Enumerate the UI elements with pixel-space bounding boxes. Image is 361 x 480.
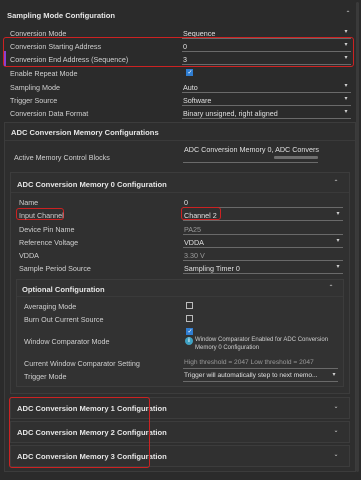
adc-memory-title: ADC Conversion Memory Configurations (11, 128, 159, 137)
conversion-end-value[interactable]: 3 (183, 55, 187, 64)
ref-voltage-value[interactable]: VDDA (184, 238, 204, 247)
chevron-down-icon[interactable]: ▾ (334, 210, 342, 218)
accent-bar (4, 51, 6, 66)
window-comparator-info-2: Memory 0 Configuration (195, 345, 260, 351)
conversion-end-label: Conversion End Address (Sequence) (10, 55, 129, 64)
chevron-down-icon[interactable]: ▾ (330, 371, 338, 379)
optional-title: Optional Configuration (22, 285, 105, 294)
active-blocks-value[interactable]: ADC Conversion Memory 0, ADC Conversion … (184, 145, 319, 154)
conversion-start-value[interactable]: 0 (183, 42, 187, 51)
ref-voltage-label: Reference Voltage (19, 238, 79, 247)
chevron-down-icon[interactable]: ⌄ (332, 403, 340, 411)
sample-period-value[interactable]: Sampling Timer 0 (184, 264, 240, 273)
name-label: Name (19, 198, 39, 207)
info-icon: i (185, 337, 193, 345)
sampling-mode-label: Sampling Mode (10, 83, 60, 92)
input-channel-label: Input Channel (19, 211, 64, 220)
window-comparator-label: Window Comparator Mode (24, 337, 110, 346)
chevron-down-icon[interactable]: ▾ (342, 41, 350, 49)
burn-out-checkbox[interactable] (186, 315, 193, 322)
chevron-down-icon[interactable]: ▾ (334, 237, 342, 245)
trigger-source-label: Trigger Source (10, 96, 58, 105)
scrollbar[interactable] (356, 2, 359, 472)
threshold-value: High threshold = 2047 Low threshold = 20… (184, 359, 314, 366)
sampling-mode-value[interactable]: Auto (183, 83, 198, 92)
device-pin-label: Device Pin Name (19, 225, 75, 234)
chevron-down-icon[interactable]: ▾ (334, 263, 342, 271)
window-comparator-checkbox[interactable] (186, 328, 193, 335)
active-blocks-scroll[interactable] (274, 156, 318, 159)
sampling-section-title: Sampling Mode Configuration (7, 11, 115, 20)
mem0-title: ADC Conversion Memory 0 Configuration (17, 180, 167, 189)
device-pin-value: PA25 (184, 225, 202, 234)
trigger-source-value[interactable]: Software (183, 96, 211, 105)
collapse-chevron-icon[interactable]: ⌃ (327, 284, 335, 292)
window-comparator-info: Window Comparator Enabled for ADC Conver… (195, 337, 329, 343)
sample-period-label: Sample Period Source (19, 264, 91, 273)
chevron-down-icon[interactable]: ▾ (342, 95, 350, 103)
conversion-start-label: Conversion Starting Address (10, 42, 102, 51)
burn-out-label: Burn Out Current Source (24, 315, 104, 324)
trigger-mode-value[interactable]: Trigger will automatically step to next … (184, 372, 318, 379)
chevron-down-icon[interactable]: ⌄ (332, 451, 340, 459)
threshold-label: Current Window Comparator Setting (24, 359, 140, 368)
name-value[interactable]: 0 (184, 198, 188, 207)
input-channel-value[interactable]: Channel 2 (184, 211, 217, 220)
highlight-collapsed-box (9, 397, 150, 468)
repeat-mode-checkbox[interactable] (186, 69, 193, 76)
chevron-down-icon[interactable]: ▾ (342, 28, 350, 36)
data-format-label: Conversion Data Format (10, 109, 89, 118)
averaging-mode-checkbox[interactable] (186, 302, 193, 309)
chevron-down-icon[interactable]: ⌄ (332, 427, 340, 435)
repeat-mode-label: Enable Repeat Mode (10, 69, 78, 78)
chevron-down-icon[interactable]: ▾ (342, 82, 350, 90)
collapse-chevron-icon[interactable]: ⌃ (344, 10, 352, 18)
trigger-mode-label: Trigger Mode (24, 372, 67, 381)
chevron-down-icon[interactable]: ▾ (342, 54, 350, 62)
averaging-mode-label: Averaging Mode (24, 302, 77, 311)
active-blocks-label: Active Memory Control Blocks (14, 153, 110, 162)
chevron-down-icon[interactable]: ▾ (342, 108, 350, 116)
vdda-label: VDDA (19, 251, 39, 260)
vdda-value: 3.30 V (184, 251, 205, 260)
collapse-chevron-icon[interactable]: ⌃ (332, 179, 340, 187)
data-format-value[interactable]: Binary unsigned, right aligned (183, 109, 278, 118)
